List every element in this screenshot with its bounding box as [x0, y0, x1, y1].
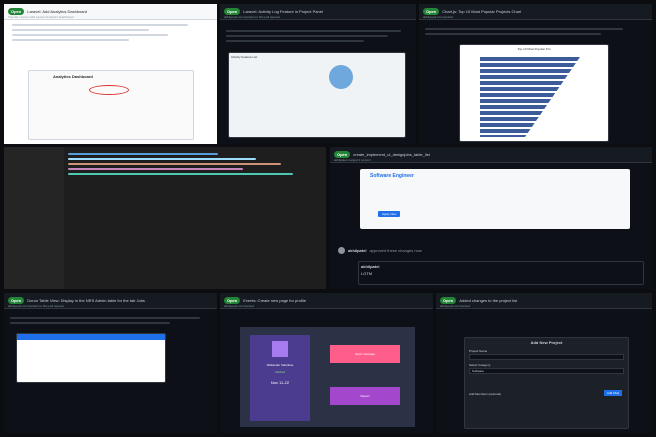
pr-header: Open Chart.js: Top 10 Most Popular Proje…	[419, 4, 652, 20]
profile-status: Verified	[274, 370, 285, 374]
chart-screenshot: Top 10 Most Popular Pro	[459, 44, 609, 142]
review-comment: akhilpatel LGTM	[358, 261, 644, 285]
avatar	[272, 341, 288, 357]
pr-header: Open create_implement_ui_designjobs_tabl…	[330, 147, 652, 163]
open-badge: Open	[224, 8, 241, 15]
category-label: Select Category	[469, 363, 491, 367]
code-line	[68, 153, 218, 155]
pr-tile-modal[interactable]: Open Added changes to the project list a…	[436, 293, 652, 433]
text-line	[12, 24, 188, 26]
text-line	[10, 322, 170, 324]
dashboard-screenshot: Analytics Dashboard	[28, 70, 194, 140]
modal-title: Add New Project	[530, 340, 563, 345]
text-line	[425, 28, 623, 30]
project-name-input[interactable]	[469, 354, 624, 360]
text-line	[12, 34, 168, 36]
pr-subtitle: akhilgoyal commented	[440, 304, 470, 308]
profile-card: Shikander Velantine Verified Nov 11-22	[250, 335, 310, 421]
highlight-circle	[89, 85, 129, 95]
text-line	[10, 317, 200, 319]
pr-title[interactable]: Chart.js: Top 10 Most Popular Projects C…	[442, 9, 521, 14]
apply-button[interactable]: Apply Now	[378, 211, 401, 217]
card-title: Software Engineer	[370, 173, 414, 179]
pr-subtitle: akhilgoyal commented on this pull reques…	[8, 304, 64, 308]
text-line	[12, 29, 149, 31]
profile-screenshot: Shikander Velantine Verified Nov 11-22 S…	[240, 327, 415, 427]
open-badge: Open	[8, 297, 25, 304]
code-line	[68, 163, 281, 165]
pr-title[interactable]: Events: Create new page for profile	[243, 298, 306, 303]
open-badge: Open	[224, 297, 241, 304]
add-project-modal: Add New Project Project Name Select Cate…	[464, 337, 629, 429]
chart-title: Top 10 Most Popular Pro	[517, 47, 551, 51]
text-line	[226, 40, 364, 42]
text-line	[226, 35, 388, 37]
pr-title[interactable]: Laravel: Activity Log Feature in Project…	[243, 9, 323, 14]
avatar	[338, 247, 345, 254]
code-line	[68, 158, 256, 160]
comment-text: approved these changes now	[369, 248, 422, 253]
joined-date: Nov 11-22	[270, 380, 290, 385]
reply-text: LGTM	[361, 271, 373, 276]
code-editor-tile[interactable]	[4, 147, 326, 289]
open-badge: Open	[334, 151, 351, 158]
bar-area	[480, 57, 580, 137]
send-message-button[interactable]: Send message	[330, 345, 400, 363]
pr-title[interactable]: Donor Table View: Display in the NRS Adm…	[27, 298, 145, 303]
pr-tile-table[interactable]: Open Donor Table View: Display in the NR…	[4, 293, 217, 433]
report-button[interactable]: Report	[330, 387, 400, 405]
project-name-label: Project Name	[469, 349, 488, 353]
pr-subtitle: Tutorial: How to Add Laravel Analytics D…	[8, 15, 74, 19]
pr-subtitle: akhilpatel merged 1 commit	[334, 158, 371, 162]
category-select[interactable]: Software	[469, 368, 624, 374]
pr-tile-profile[interactable]: Open Events: Create new page for profile…	[220, 293, 433, 433]
pr-title[interactable]: Added changes to the project list	[459, 298, 517, 303]
code-line	[68, 173, 293, 175]
table-header	[17, 334, 165, 340]
reply-name[interactable]: akhilpatel	[361, 264, 641, 269]
code-line	[68, 168, 243, 170]
pr-subtitle: akhilgoyal commented on this pull reques…	[224, 15, 280, 19]
text-line	[425, 33, 601, 35]
pr-tile-jobs[interactable]: Open create_implement_ui_designjobs_tabl…	[330, 147, 652, 289]
open-badge: Open	[423, 8, 440, 15]
add-faq-button[interactable]: Add FAQ	[603, 390, 622, 396]
pr-title[interactable]: create_implement_ui_designjobs_table_lis…	[353, 152, 430, 157]
file-explorer[interactable]	[4, 147, 64, 289]
text-line	[12, 39, 129, 41]
pr-title[interactable]: Laravel: Add Analytics Dashboard	[27, 9, 87, 14]
job-cards: Software Engineer Apply Now	[360, 169, 630, 229]
pr-tile-chart[interactable]: Open Chart.js: Top 10 Most Popular Proje…	[419, 4, 652, 144]
pr-tile-activity[interactable]: Open Laravel: Activity Log Feature in Pr…	[220, 4, 416, 144]
pr-subtitle: akhilgoyal commented	[423, 15, 453, 19]
map-graphic	[329, 65, 353, 89]
open-badge: Open	[8, 8, 25, 15]
members-label: Add Members (optional)	[469, 392, 502, 396]
text-line	[226, 30, 401, 32]
pr-subtitle: akhilgoyal commented	[224, 304, 254, 308]
profile-name: Shikander Velantine	[266, 363, 294, 367]
open-badge: Open	[440, 297, 457, 304]
pr-tile-analytics[interactable]: Open Laravel: Add Analytics Dashboard Tu…	[4, 4, 217, 144]
dashboard-title: Analytics Dashboard	[53, 74, 93, 79]
table-screenshot	[16, 333, 166, 383]
commenter-name[interactable]: akhilpatel	[348, 248, 366, 253]
activity-screenshot: Activity Feature List	[228, 52, 406, 138]
section-title: Activity Feature List	[231, 55, 258, 59]
